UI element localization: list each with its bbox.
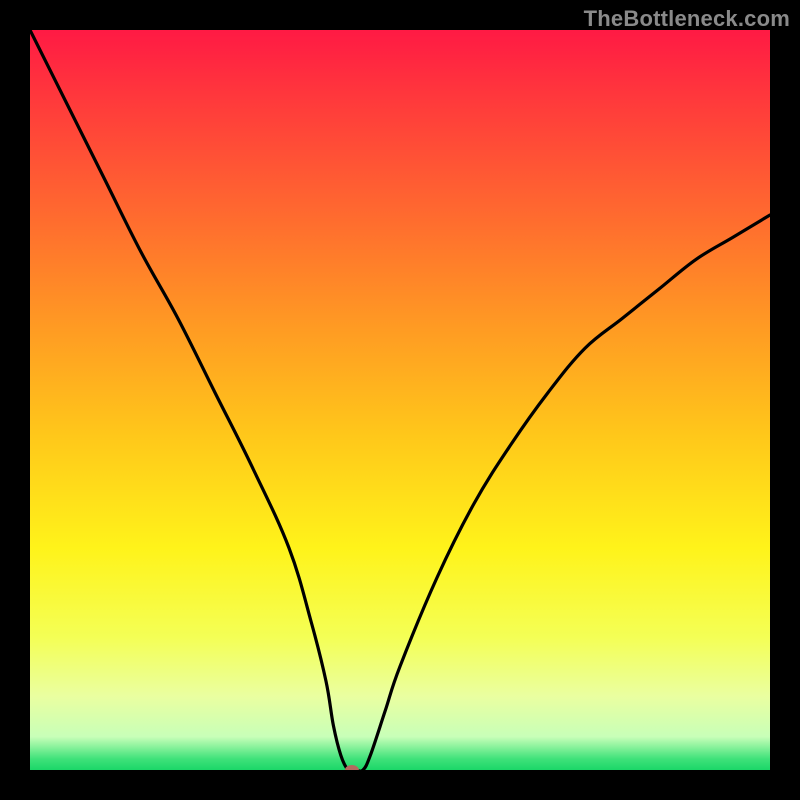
plot-area — [30, 30, 770, 770]
chart-frame: TheBottleneck.com — [0, 0, 800, 800]
watermark-text: TheBottleneck.com — [584, 6, 790, 32]
chart-svg — [30, 30, 770, 770]
gradient-background — [30, 30, 770, 770]
